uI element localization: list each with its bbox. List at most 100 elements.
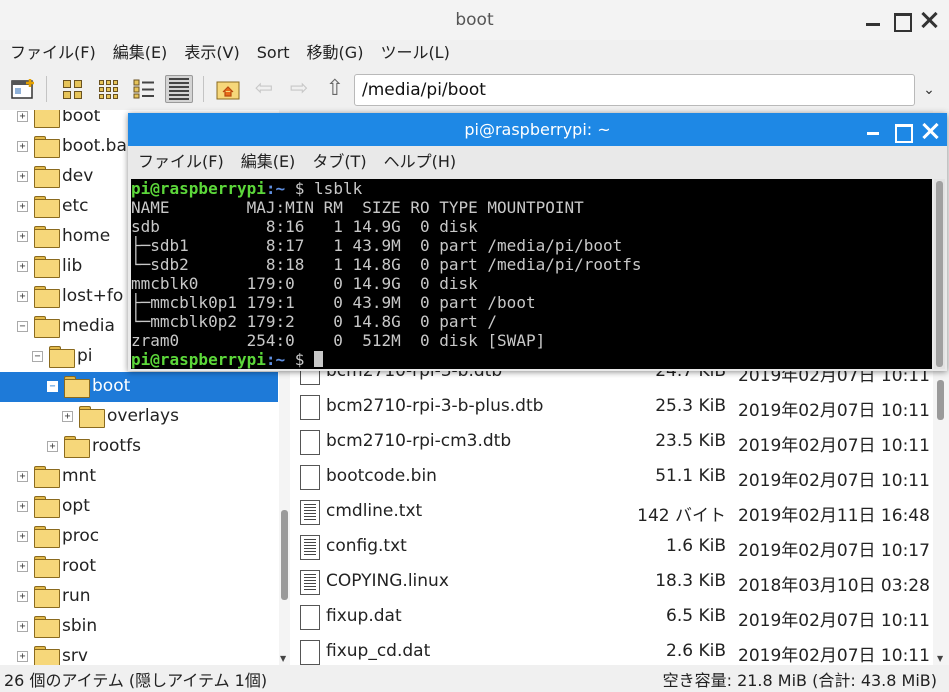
tree-item[interactable]: + overlays <box>0 402 278 432</box>
file-icon <box>300 430 320 455</box>
expand-icon[interactable]: + <box>17 531 28 542</box>
tree-item-label: srv <box>62 646 88 665</box>
terminal-titlebar[interactable]: pi@raspberrypi: ~ <box>128 113 947 146</box>
terminal-menu-file[interactable]: ファイル(F) <box>138 146 224 178</box>
free-space: 空き容量: 21.8 MiB (合計: 43.8 MiB) <box>662 671 937 690</box>
menu-view[interactable]: 表示(V) <box>184 40 239 68</box>
file-modified-date: 2019年02月07日 10:11 <box>738 436 930 456</box>
file-name: fixup.dat <box>326 606 402 626</box>
text-file-icon <box>300 500 320 525</box>
expand-icon[interactable]: + <box>17 591 28 602</box>
expand-icon[interactable]: + <box>17 201 28 212</box>
tree-item[interactable]: + proc <box>0 522 278 552</box>
status-bar: 26 個のアイテム (隠しアイテム 1個) 空き容量: 21.8 MiB (合計… <box>0 665 949 692</box>
file-modified-date: 2019年02月07日 10:11 <box>738 471 930 491</box>
terminal-close-button[interactable] <box>919 120 939 140</box>
file-name: cmdline.txt <box>326 501 423 521</box>
tree-item[interactable]: + sbin <box>0 612 278 642</box>
file-row[interactable]: cmdline.txt 142 バイト 2019年02月11日 16:48 <box>290 495 933 530</box>
folder-icon <box>34 136 60 158</box>
path-input[interactable]: /media/pi/boot <box>354 74 915 106</box>
expand-icon[interactable]: + <box>17 111 28 122</box>
detailed-list-view-button[interactable] <box>165 75 193 103</box>
file-row[interactable]: fixup.dat 6.5 KiB 2019年02月07日 10:11 <box>290 600 933 635</box>
tree-item[interactable]: + mnt <box>0 462 278 492</box>
file-row[interactable]: bootcode.bin 51.1 KiB 2019年02月07日 10:11 <box>290 460 933 495</box>
file-row[interactable]: bcm2710-rpi-3-b-plus.dtb 25.3 KiB 2019年02月… <box>290 390 933 425</box>
file-list-scrollbar-thumb[interactable] <box>937 380 944 420</box>
expand-icon[interactable]: + <box>17 621 28 632</box>
back-button[interactable]: ⇦ <box>250 75 278 103</box>
file-row[interactable]: fixup_cd.dat 2.6 KiB 2019年02月07日 10:11 <box>290 635 933 665</box>
scroll-down-icon[interactable]: ▼ <box>280 654 286 663</box>
tree-scrollbar-thumb[interactable] <box>281 510 288 600</box>
thumbnail-view-button[interactable] <box>94 75 122 103</box>
file-manager-titlebar[interactable]: boot <box>0 0 949 40</box>
command-output: NAME MAJ:MIN RM SIZE RO TYPE MOUNTPOINT s… <box>131 198 932 350</box>
menu-go[interactable]: 移動(G) <box>307 40 364 68</box>
tree-item-label: proc <box>62 526 100 546</box>
expand-icon[interactable]: + <box>17 141 28 152</box>
folder-icon <box>34 256 60 278</box>
terminal-scrollbar-thumb[interactable] <box>936 181 943 367</box>
expand-icon[interactable]: + <box>17 471 28 482</box>
expand-icon[interactable]: + <box>17 261 28 272</box>
terminal-maximize-button[interactable] <box>891 120 913 143</box>
file-name: bootcode.bin <box>326 466 437 486</box>
command-text: lsblk <box>314 179 363 198</box>
forward-button[interactable]: ⇨ <box>285 75 313 103</box>
close-button[interactable] <box>918 9 940 31</box>
tree-item[interactable]: − boot <box>0 372 278 402</box>
collapse-icon[interactable]: − <box>17 321 28 332</box>
terminal-menu-edit[interactable]: 編集(E) <box>241 146 296 178</box>
compact-view-button[interactable] <box>130 75 158 103</box>
expand-icon[interactable]: + <box>17 561 28 572</box>
thumbnail-view-icon <box>98 79 118 99</box>
maximize-button[interactable] <box>890 9 912 32</box>
terminal-menu-help[interactable]: ヘルプ(H) <box>384 146 457 178</box>
tree-item[interactable]: + root <box>0 552 278 582</box>
expand-icon[interactable]: + <box>17 171 28 182</box>
collapse-icon[interactable]: − <box>47 381 58 392</box>
tree-item[interactable]: + run <box>0 582 278 612</box>
expand-icon[interactable]: + <box>47 441 58 452</box>
detailed-list-icon <box>169 78 189 100</box>
collapse-icon[interactable]: − <box>32 351 43 362</box>
menu-edit[interactable]: 編集(E) <box>113 40 168 68</box>
icon-view-button[interactable] <box>58 75 86 103</box>
new-window-button[interactable] <box>9 75 37 103</box>
home-button[interactable] <box>214 75 242 103</box>
minimize-button[interactable] <box>862 9 884 31</box>
expand-icon[interactable]: + <box>17 501 28 512</box>
tree-item[interactable]: + opt <box>0 492 278 522</box>
output-line: └─mmcblk0p2 179:2 0 14.8G 0 part / <box>131 312 498 331</box>
scroll-down-icon[interactable]: ▼ <box>937 654 943 663</box>
file-row[interactable]: config.txt 1.6 KiB 2019年02月07日 10:17 <box>290 530 933 565</box>
tree-item-label: boot <box>92 376 131 396</box>
file-name: config.txt <box>326 536 407 556</box>
tree-item[interactable]: + rootfs <box>0 432 278 462</box>
terminal-console[interactable]: pi@raspberrypi:~ $ lsblk NAME MAJ:MIN RM… <box>131 179 932 369</box>
home-folder-icon <box>216 81 240 100</box>
menu-sort[interactable]: Sort <box>257 40 290 68</box>
expand-icon[interactable]: + <box>17 291 28 302</box>
terminal-minimize-button[interactable] <box>863 120 883 140</box>
file-size: 2.6 KiB <box>666 641 726 661</box>
menu-tools[interactable]: ツール(L) <box>380 40 449 68</box>
tree-item[interactable]: + srv <box>0 642 278 665</box>
file-row[interactable]: COPYING.linux 18.3 KiB 2018年03月10日 03:28 <box>290 565 933 600</box>
file-size: 6.5 KiB <box>666 606 726 626</box>
expand-icon[interactable]: + <box>17 231 28 242</box>
expand-icon[interactable]: + <box>17 651 28 662</box>
terminal-menu-tabs[interactable]: タブ(T) <box>312 146 366 178</box>
folder-icon <box>34 286 60 308</box>
terminal-scrollbar[interactable] <box>934 179 945 369</box>
expand-icon[interactable]: + <box>62 411 73 422</box>
file-row[interactable]: bcm2710-rpi-cm3.dtb 23.5 KiB 2019年02月07日 1… <box>290 425 933 460</box>
up-button[interactable]: ⇧ <box>321 75 349 103</box>
path-dropdown-button[interactable]: ⌄ <box>915 74 943 106</box>
menu-file[interactable]: ファイル(F) <box>10 40 96 68</box>
output-line: sdb 8:16 1 14.9G 0 disk <box>131 217 478 236</box>
text-file-icon <box>300 535 320 560</box>
tree-item-label: media <box>62 316 115 336</box>
